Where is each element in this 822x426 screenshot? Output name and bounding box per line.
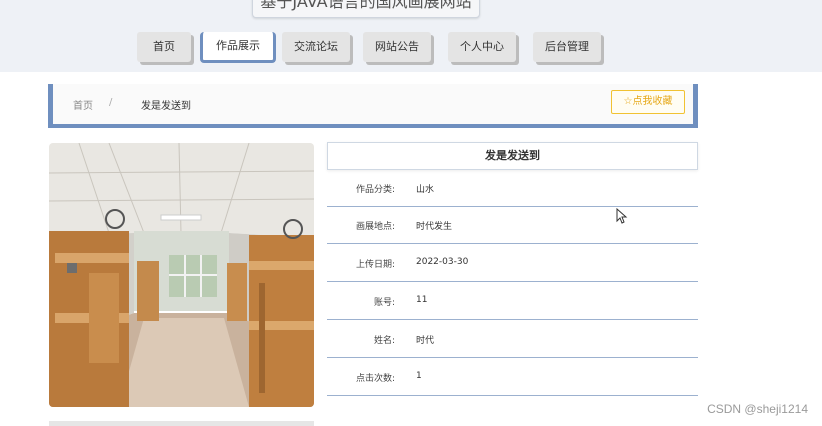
detail-label: 账号: xyxy=(373,298,395,308)
artwork-title: 发是发送到 xyxy=(327,142,698,170)
nav-item-home[interactable]: 首页 xyxy=(137,32,191,62)
detail-row-category: 作品分类: 山水 xyxy=(327,170,698,207)
detail-row-name: 姓名: 时代 xyxy=(327,321,698,358)
detail-value: 11 xyxy=(416,295,428,305)
detail-label: 上传日期: xyxy=(355,260,395,270)
nav-item-forum[interactable]: 交流论坛 xyxy=(282,32,350,62)
detail-row-upload-date: 上传日期: 2022-03-30 xyxy=(327,245,698,282)
artwork-image xyxy=(49,143,314,407)
nav-item-works[interactable]: 作品展示 xyxy=(200,32,276,63)
watermark: CSDN @sheji1214 xyxy=(707,402,808,416)
mouse-cursor-icon xyxy=(616,207,628,228)
site-title: 基于JAVA语言的国风画展网站 xyxy=(252,0,480,18)
detail-label: 姓名: xyxy=(373,336,395,346)
breadcrumb-home[interactable]: 首页 xyxy=(73,97,93,112)
detail-row-click-count: 点击次数: 1 xyxy=(327,359,698,396)
detail-label: 点击次数: xyxy=(355,374,395,384)
detail-value: 时代发生 xyxy=(416,222,453,232)
detail-value: 时代 xyxy=(416,336,435,346)
main-nav: 首页 作品展示 交流论坛 网站公告 个人中心 后台管理 xyxy=(0,32,822,66)
breadcrumb-current: 发是发送到 xyxy=(141,101,191,112)
detail-value: 山水 xyxy=(416,185,435,195)
nav-item-notice[interactable]: 网站公告 xyxy=(363,32,431,62)
image-shadow-strip xyxy=(49,421,314,426)
detail-value: 1 xyxy=(416,371,422,381)
dormitory-room-photo xyxy=(49,143,314,407)
detail-label: 画展地点: xyxy=(355,222,395,232)
breadcrumb-separator: / xyxy=(109,97,113,108)
detail-value: 2022-03-30 xyxy=(416,257,469,267)
favorite-button[interactable]: ☆点我收藏 xyxy=(611,90,685,114)
breadcrumb: 首页 / 发是发送到 ☆点我收藏 xyxy=(48,84,698,128)
header: 基于JAVA语言的国风画展网站 首页 作品展示 交流论坛 网站公告 个人中心 后… xyxy=(0,0,822,72)
nav-item-admin[interactable]: 后台管理 xyxy=(533,32,601,62)
nav-item-profile[interactable]: 个人中心 xyxy=(448,32,516,62)
detail-row-account: 账号: 11 xyxy=(327,283,698,320)
detail-label: 作品分类: xyxy=(355,185,395,195)
detail-row-location: 画展地点: 时代发生 xyxy=(327,207,698,244)
